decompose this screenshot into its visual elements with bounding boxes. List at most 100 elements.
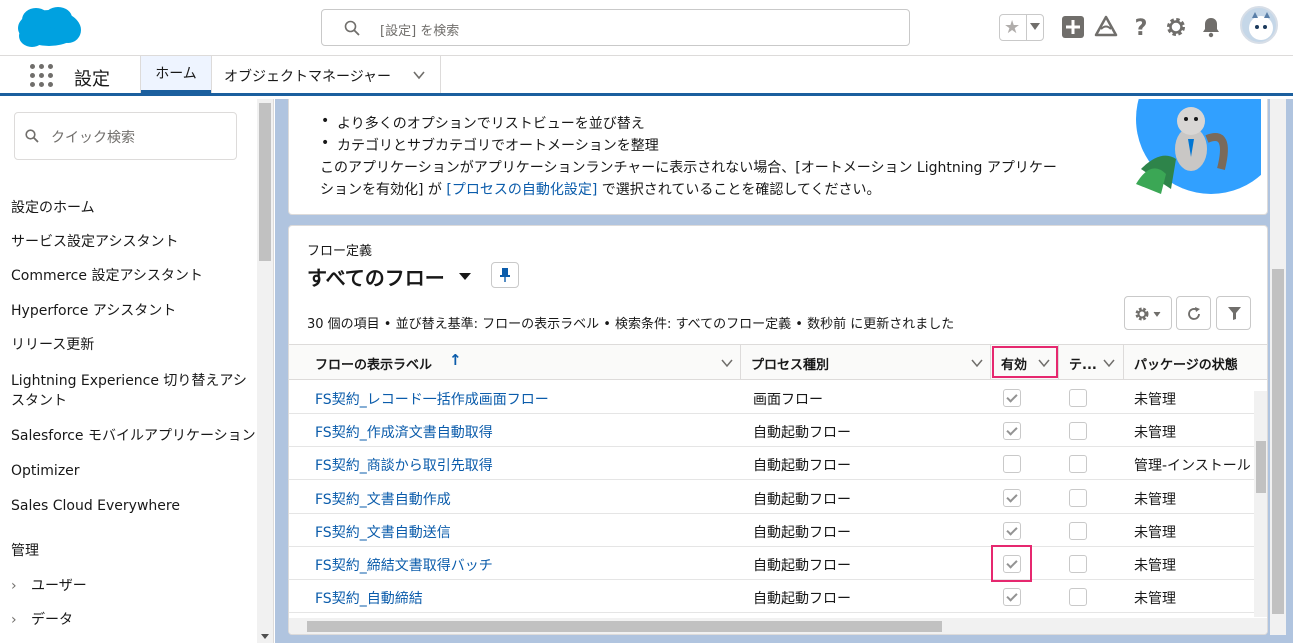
process-type-cell: 自動起動フロー [753, 591, 851, 607]
favorites-button[interactable]: ★ [999, 14, 1044, 41]
pin-icon [500, 268, 510, 282]
filter-icon [1228, 307, 1241, 320]
sidebar-item-sales-cloud-everywhere[interactable]: Sales Cloud Everywhere [11, 496, 256, 516]
active-checkbox [1003, 455, 1021, 473]
global-search-input[interactable]: [設定] を検索 [321, 9, 910, 46]
sidebar-item-release-updates[interactable]: リリース更新 [11, 335, 256, 355]
quick-find-placeholder: クイック検索 [51, 130, 135, 146]
info-bullet-2: カテゴリとサブカテゴリでオートメーションを整理 [321, 135, 659, 155]
sidebar-item-users-label: ユーザー [31, 578, 87, 594]
salesforce-logo-icon[interactable] [16, 6, 82, 50]
sidebar-scrollbar[interactable] [257, 99, 273, 643]
table-vertical-scrollbar-thumb[interactable] [1256, 441, 1266, 493]
chevron-down-icon[interactable] [971, 357, 983, 369]
notifications-bell-icon[interactable] [1199, 15, 1223, 39]
chevron-down-icon[interactable] [1103, 357, 1115, 369]
sidebar-item-setup-home[interactable]: 設定のホーム [11, 198, 256, 218]
global-actions-add-icon[interactable] [1061, 15, 1085, 39]
user-avatar[interactable] [1240, 6, 1278, 44]
flow-label-link[interactable]: FS契約_文書自動送信 [315, 522, 451, 542]
template-checkbox [1069, 489, 1087, 507]
list-view-object-label: フロー定義 [307, 244, 373, 259]
refresh-button[interactable] [1176, 296, 1211, 330]
column-header-flow-label[interactable]: フローの表示ラベル ↑ [289, 345, 741, 379]
table-horizontal-scrollbar-thumb[interactable] [307, 621, 942, 632]
sort-ascending-icon: ↑ [449, 351, 462, 369]
flow-label-link[interactable]: FS契約_文書自動作成 [315, 489, 451, 509]
flow-label-link[interactable]: FS契約_商談から取引先取得 [315, 455, 493, 475]
highlight-box [991, 545, 1032, 582]
column-header-package-state[interactable]: パッケージの状態 [1124, 345, 1267, 379]
search-placeholder: [設定] を検索 [380, 24, 460, 39]
column-header-active[interactable]: 有効 [991, 345, 1059, 379]
setup-sidebar: クイック検索 設定のホーム サービス設定アシスタント Commerce 設定アシ… [0, 99, 274, 643]
app-name: 設定 [74, 69, 110, 90]
column-header-label: パッケージの状態 [1134, 358, 1238, 373]
tab-object-manager-label: オブジェクトマネージャー [224, 69, 392, 85]
table-row: FS契約_レコード一括作成画面フロー 画面フロー 未管理 [289, 381, 1267, 414]
sidebar-item-lightning-transition[interactable]: Lightning Experience 切り替えアシスタント [11, 371, 256, 411]
favorites-divider [1026, 15, 1027, 40]
list-view-title[interactable]: すべてのフロー [307, 262, 445, 291]
table-row: FS契約_作成済文書自動取得 自動起動フロー 未管理 [289, 414, 1267, 447]
chevron-right-icon: › [11, 612, 17, 628]
flow-label-link[interactable]: FS契約_作成済文書自動取得 [315, 422, 493, 442]
filter-button[interactable] [1216, 296, 1251, 330]
process-type-cell: 画面フロー [753, 392, 823, 408]
sidebar-item-data[interactable]: › データ [11, 609, 73, 629]
process-type-cell: 自動起動フロー [753, 492, 851, 508]
chevron-right-icon: › [11, 578, 17, 594]
active-checkbox [1003, 489, 1021, 507]
flow-label-link[interactable]: FS契約_締結文書取得バッチ [315, 555, 493, 575]
quick-find-input[interactable]: クイック検索 [14, 112, 237, 160]
sidebar-item-service-setup-assistant[interactable]: サービス設定アシスタント [11, 232, 256, 252]
setup-gear-icon[interactable] [1164, 15, 1188, 39]
process-type-cell: 自動起動フロー [753, 525, 851, 541]
sidebar-item-commerce-setup-assistant[interactable]: Commerce 設定アシスタント [11, 266, 256, 286]
active-checkbox [1003, 422, 1021, 440]
package-state-cell: 未管理 [1134, 591, 1176, 607]
column-header-label: プロセス種別 [751, 358, 830, 373]
process-automation-settings-link[interactable]: [プロセスの自動化設定] [446, 182, 597, 198]
column-header-template[interactable]: テ... [1059, 345, 1124, 379]
help-icon[interactable]: ? [1129, 15, 1153, 39]
chevron-down-icon[interactable] [412, 68, 426, 82]
template-checkbox [1069, 588, 1087, 606]
trailhead-guidance-icon[interactable] [1094, 15, 1118, 39]
chevron-down-icon[interactable] [1038, 357, 1050, 369]
main-vertical-scrollbar-thumb[interactable] [1272, 269, 1284, 614]
process-type-cell: 自動起動フロー [753, 458, 851, 474]
table-horizontal-scrollbar[interactable] [289, 618, 1267, 634]
column-header-process-type[interactable]: プロセス種別 [741, 345, 991, 379]
column-header-label: フローの表示ラベル [315, 358, 433, 373]
pin-list-view-button[interactable] [491, 262, 519, 288]
template-checkbox [1069, 389, 1087, 407]
main-vertical-scrollbar[interactable] [1270, 99, 1286, 635]
tab-object-manager[interactable]: オブジェクトマネージャー [212, 56, 441, 93]
table-vertical-scrollbar[interactable] [1254, 391, 1267, 617]
list-view-picker-chevron-icon[interactable] [459, 273, 471, 280]
sidebar-section-admin: 管理 [11, 543, 39, 559]
list-view-controls-button[interactable] [1124, 296, 1172, 330]
sidebar-item-hyperforce-assistant[interactable]: Hyperforce アシスタント [11, 301, 256, 321]
app-launcher-icon[interactable] [30, 64, 54, 88]
package-state-cell: 未管理 [1134, 492, 1176, 508]
chevron-down-icon[interactable] [721, 357, 733, 369]
favorites-dropdown-icon[interactable] [1030, 23, 1040, 30]
sidebar-item-salesforce-mobile[interactable]: Salesforce モバイルアプリケーション [11, 426, 256, 446]
gear-icon [1135, 307, 1161, 321]
sidebar-item-users[interactable]: › ユーザー [11, 575, 87, 595]
table-row: FS契約_商談から取引先取得 自動起動フロー 管理-インストール [289, 447, 1267, 480]
process-type-cell: 自動起動フロー [753, 558, 851, 574]
info-paragraph-text-2: で選択されていることを確認してください。 [597, 182, 881, 198]
scroll-down-arrow-icon[interactable] [261, 634, 269, 639]
tab-home[interactable]: ホーム [140, 56, 212, 93]
automation-info-card: より多くのオプションでリストビューを並び替え カテゴリとサブカテゴリでオートメー… [288, 99, 1268, 215]
sidebar-scrollbar-thumb[interactable] [259, 103, 271, 261]
sidebar-item-optimizer[interactable]: Optimizer [11, 461, 256, 481]
template-checkbox [1069, 522, 1087, 540]
flow-label-link[interactable]: FS契約_自動締結 [315, 588, 423, 608]
flow-label-link[interactable]: FS契約_レコード一括作成画面フロー [315, 389, 549, 409]
table-row: FS契約_文書自動作成 自動起動フロー 未管理 [289, 481, 1267, 514]
template-checkbox [1069, 455, 1087, 473]
